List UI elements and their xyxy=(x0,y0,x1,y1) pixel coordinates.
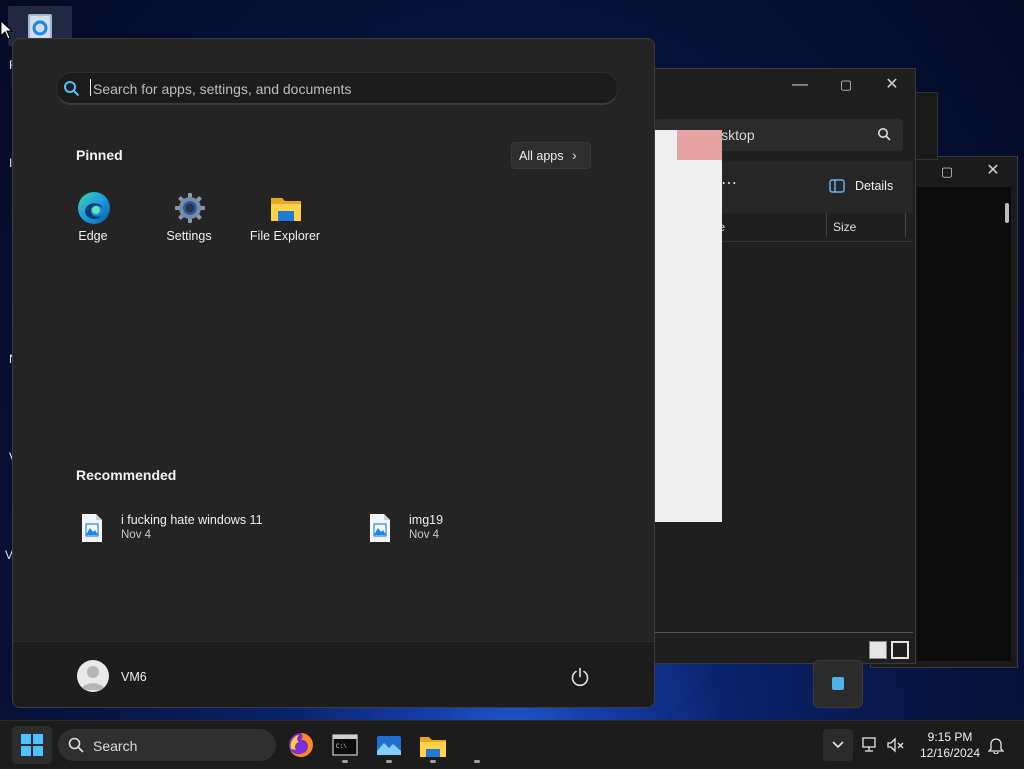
start-search-box[interactable] xyxy=(56,72,618,105)
firefox-icon[interactable] xyxy=(285,729,317,761)
photos-icon[interactable] xyxy=(373,729,405,761)
details-button[interactable]: Details xyxy=(855,179,893,193)
details-pane-icon xyxy=(829,179,845,193)
clock-time[interactable]: 9:15 PM xyxy=(916,730,984,744)
terminal-content xyxy=(917,187,1011,661)
settings-gear-icon xyxy=(175,193,205,223)
minimize-icon[interactable]: — xyxy=(790,75,810,95)
recommended-heading: Recommended xyxy=(76,467,177,483)
folder-icon xyxy=(271,198,301,221)
network-icon[interactable] xyxy=(860,736,878,754)
search-icon xyxy=(68,737,84,753)
recommended-item-name: i fucking hate windows 11 xyxy=(121,513,263,527)
power-icon[interactable] xyxy=(569,666,591,688)
image-file-icon xyxy=(82,514,102,542)
taskbar-search-box[interactable]: Search xyxy=(58,729,276,761)
close-icon[interactable]: ✕ xyxy=(983,161,1003,181)
maximize-icon[interactable]: ▢ xyxy=(836,75,856,95)
maximize-icon[interactable]: ▢ xyxy=(937,162,957,182)
column-size[interactable]: Size xyxy=(833,220,856,234)
user-name[interactable]: VM6 xyxy=(121,670,147,684)
list-view-icon[interactable] xyxy=(869,641,887,659)
thumbnail-view-icon[interactable] xyxy=(891,641,909,659)
start-menu-footer: VM6 xyxy=(13,641,654,707)
windows-logo-icon xyxy=(21,734,43,756)
svg-text:C:\: C:\ xyxy=(336,743,347,750)
all-apps-label: All apps xyxy=(519,149,564,163)
search-icon xyxy=(64,81,80,97)
background-window-edge xyxy=(914,92,938,160)
close-icon[interactable]: ✕ xyxy=(882,75,902,95)
start-search-input[interactable] xyxy=(91,78,595,100)
recommended-item[interactable]: i fucking hate windows 11 Nov 4 xyxy=(81,511,341,549)
running-indicator xyxy=(386,760,392,763)
taskbar-search-label: Search xyxy=(93,738,138,754)
running-indicator xyxy=(430,760,436,763)
pinned-app-file-explorer[interactable]: File Explorer xyxy=(240,191,330,255)
recommended-item-name: img19 xyxy=(409,513,444,527)
recommended-item-date: Nov 4 xyxy=(121,529,152,541)
start-menu: Pinned All apps › Edge xyxy=(12,38,655,708)
pinned-app-settings[interactable]: Settings xyxy=(144,191,234,255)
recommended-item[interactable]: img19 Nov 4 xyxy=(369,511,629,549)
pinned-app-label: Edge xyxy=(78,229,108,243)
edge-icon xyxy=(78,192,110,224)
status-bar xyxy=(655,632,913,663)
notepad-icon[interactable] xyxy=(832,677,844,690)
chevron-right-icon: › xyxy=(572,147,577,163)
column-divider xyxy=(905,213,906,237)
user-icon xyxy=(81,666,105,690)
scrollbar-thumb[interactable] xyxy=(1005,203,1009,223)
pinned-app-edge[interactable]: Edge xyxy=(48,191,138,255)
recycle-bin-icon xyxy=(28,14,52,40)
hidden-icons-flyout[interactable] xyxy=(813,660,863,708)
close-button-hover xyxy=(677,130,722,160)
volume-muted-icon[interactable] xyxy=(886,736,906,754)
pinned-app-label: Settings xyxy=(166,229,212,243)
column-divider xyxy=(826,213,827,237)
mouse-cursor-icon xyxy=(0,20,14,40)
running-indicator xyxy=(474,760,480,763)
window-content-panel xyxy=(654,130,722,522)
file-explorer-icon[interactable] xyxy=(417,729,449,761)
search-icon xyxy=(878,128,891,141)
clock-date[interactable]: 12/16/2024 xyxy=(916,746,984,760)
show-hidden-icons-button[interactable] xyxy=(823,729,853,761)
more-options-icon[interactable]: ⋯ xyxy=(721,173,737,193)
chevron-down-icon xyxy=(832,741,844,749)
notification-bell-icon[interactable] xyxy=(988,736,1004,754)
running-indicator xyxy=(342,760,348,763)
start-button[interactable] xyxy=(12,726,52,764)
terminal-icon[interactable]: C:\ xyxy=(329,729,361,761)
all-apps-button[interactable]: All apps › xyxy=(511,142,591,169)
avatar[interactable] xyxy=(77,660,109,692)
pinned-app-label: File Explorer xyxy=(249,229,321,243)
taskbar: Search C:\ 9:15 PM 12/16/2024 xyxy=(0,720,1024,769)
pinned-heading: Pinned xyxy=(76,147,123,163)
recommended-item-date: Nov 4 xyxy=(409,529,440,541)
image-file-icon xyxy=(370,514,390,542)
